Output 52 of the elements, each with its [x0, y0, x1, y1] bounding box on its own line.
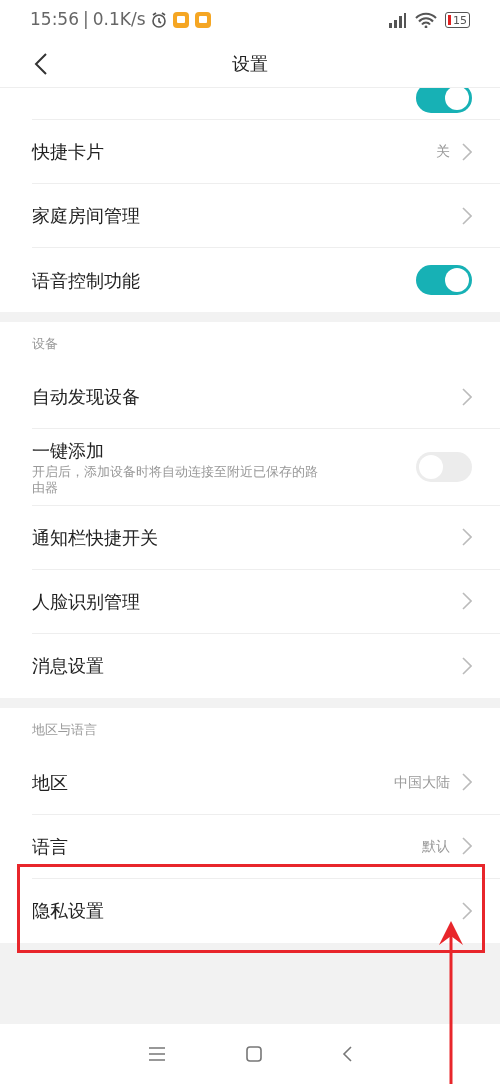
row-label: 地区	[32, 770, 68, 795]
row-label: 人脸识别管理	[32, 589, 140, 614]
chevron-right-icon	[462, 901, 472, 920]
page-title: 设置	[232, 52, 268, 76]
chevron-right-icon	[462, 387, 472, 406]
row-value: 默认	[422, 836, 450, 856]
row-value: 关	[436, 142, 450, 161]
settings-row[interactable]: 人脸识别管理	[32, 569, 500, 634]
row-value: 中国大陆	[394, 772, 450, 792]
row-description: 开启后，添加设备时将自动连接至附近已保存的路由器	[32, 464, 319, 497]
row-label: 自动发现设备	[32, 385, 140, 409]
row-label: 消息设置	[32, 654, 104, 678]
row-label: 隐私设置	[32, 899, 104, 923]
row-label: 语言	[32, 834, 68, 859]
battery-indicator: 15	[445, 12, 470, 28]
separator-text: |	[83, 8, 89, 32]
section-header: 地区与语言	[31, 720, 98, 739]
chat-icon	[171, 11, 190, 29]
settings-row[interactable]: 家庭房间管理	[32, 184, 500, 248]
menu-icon[interactable]	[148, 1047, 166, 1061]
chevron-right-icon	[462, 656, 472, 675]
settings-row[interactable]: 快捷卡片 关	[32, 120, 500, 184]
chevron-right-icon	[462, 206, 472, 225]
settings-row[interactable]: 语言 默认	[32, 814, 500, 879]
settings-row[interactable]: 消息设置	[32, 633, 500, 698]
row-label: 一键添加	[32, 439, 105, 463]
back-icon[interactable]	[34, 52, 48, 76]
row-label: 通知栏快捷开关	[32, 525, 158, 550]
chevron-right-icon	[462, 837, 472, 855]
wifi-icon	[415, 12, 437, 28]
chevron-right-icon	[462, 773, 472, 791]
signal-icon	[387, 12, 407, 28]
settings-row[interactable]: 语音控制功能	[32, 248, 500, 312]
toggle-switch[interactable]	[416, 88, 472, 113]
settings-row[interactable]: 通知栏快捷开关	[32, 505, 500, 570]
row-label: 语音控制功能	[32, 268, 140, 293]
settings-row[interactable]: 地区 中国大陆	[32, 750, 500, 815]
toggle-switch[interactable]	[416, 265, 472, 295]
alarm-icon	[149, 11, 168, 29]
section-header: 设备	[31, 335, 59, 353]
settings-row[interactable]: 一键添加 开启后，添加设备时将自动连接至附近已保存的路由器	[32, 429, 500, 506]
chat-icon	[193, 11, 212, 29]
chevron-right-icon	[462, 528, 472, 546]
row-label: 快捷卡片	[32, 140, 104, 164]
clock-time: 15:56	[30, 8, 79, 32]
network-speed: 0.1K/s	[92, 8, 146, 32]
settings-row[interactable]: 隐私设置	[32, 878, 500, 943]
chevron-right-icon	[462, 592, 472, 610]
chevron-right-icon	[462, 142, 472, 161]
home-icon[interactable]	[246, 1046, 262, 1062]
settings-row[interactable]: 自动发现设备	[32, 365, 500, 429]
row-label: 家庭房间管理	[32, 204, 140, 228]
